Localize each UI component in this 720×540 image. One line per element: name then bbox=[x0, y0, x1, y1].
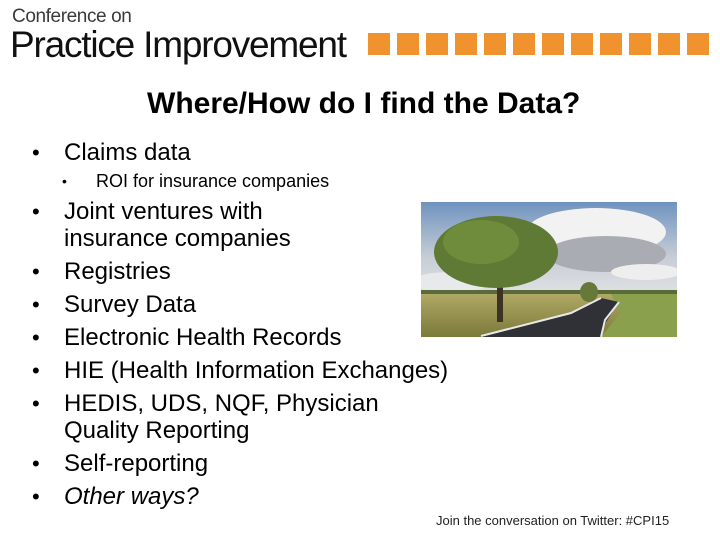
slide-title: Where/How do I find the Data? bbox=[147, 87, 581, 120]
twitter-footer: Join the conversation on Twitter: #CPI15 bbox=[436, 513, 670, 528]
logo-square bbox=[600, 33, 622, 55]
bullet-item: HIE (Health Information Exchanges) bbox=[32, 357, 592, 384]
logo-square bbox=[397, 33, 419, 55]
bullet-item: Self-reporting bbox=[32, 450, 592, 477]
logo-square bbox=[455, 33, 477, 55]
landscape-photo bbox=[421, 202, 677, 337]
landscape-photo-icon bbox=[421, 202, 677, 337]
logo-square bbox=[426, 33, 448, 55]
logo-square bbox=[629, 33, 651, 55]
logo-square bbox=[484, 33, 506, 55]
bullet-item: HEDIS, UDS, NQF, Physician Quality Repor… bbox=[32, 390, 444, 444]
logo-square bbox=[542, 33, 564, 55]
logo-square bbox=[368, 33, 390, 55]
logo-title: Practice Improvement bbox=[10, 24, 347, 65]
sub-bullet-item: ROI for insurance companies bbox=[62, 170, 592, 192]
logo-square bbox=[513, 33, 535, 55]
logo-square bbox=[687, 33, 709, 55]
bullet-item: Joint ventures with insurance companies bbox=[32, 198, 354, 252]
logo-square bbox=[658, 33, 680, 55]
bullet-item: Claims data bbox=[32, 139, 592, 166]
logo-squares bbox=[368, 33, 709, 55]
logo-square bbox=[571, 33, 593, 55]
bullet-item: Other ways? bbox=[32, 483, 592, 510]
